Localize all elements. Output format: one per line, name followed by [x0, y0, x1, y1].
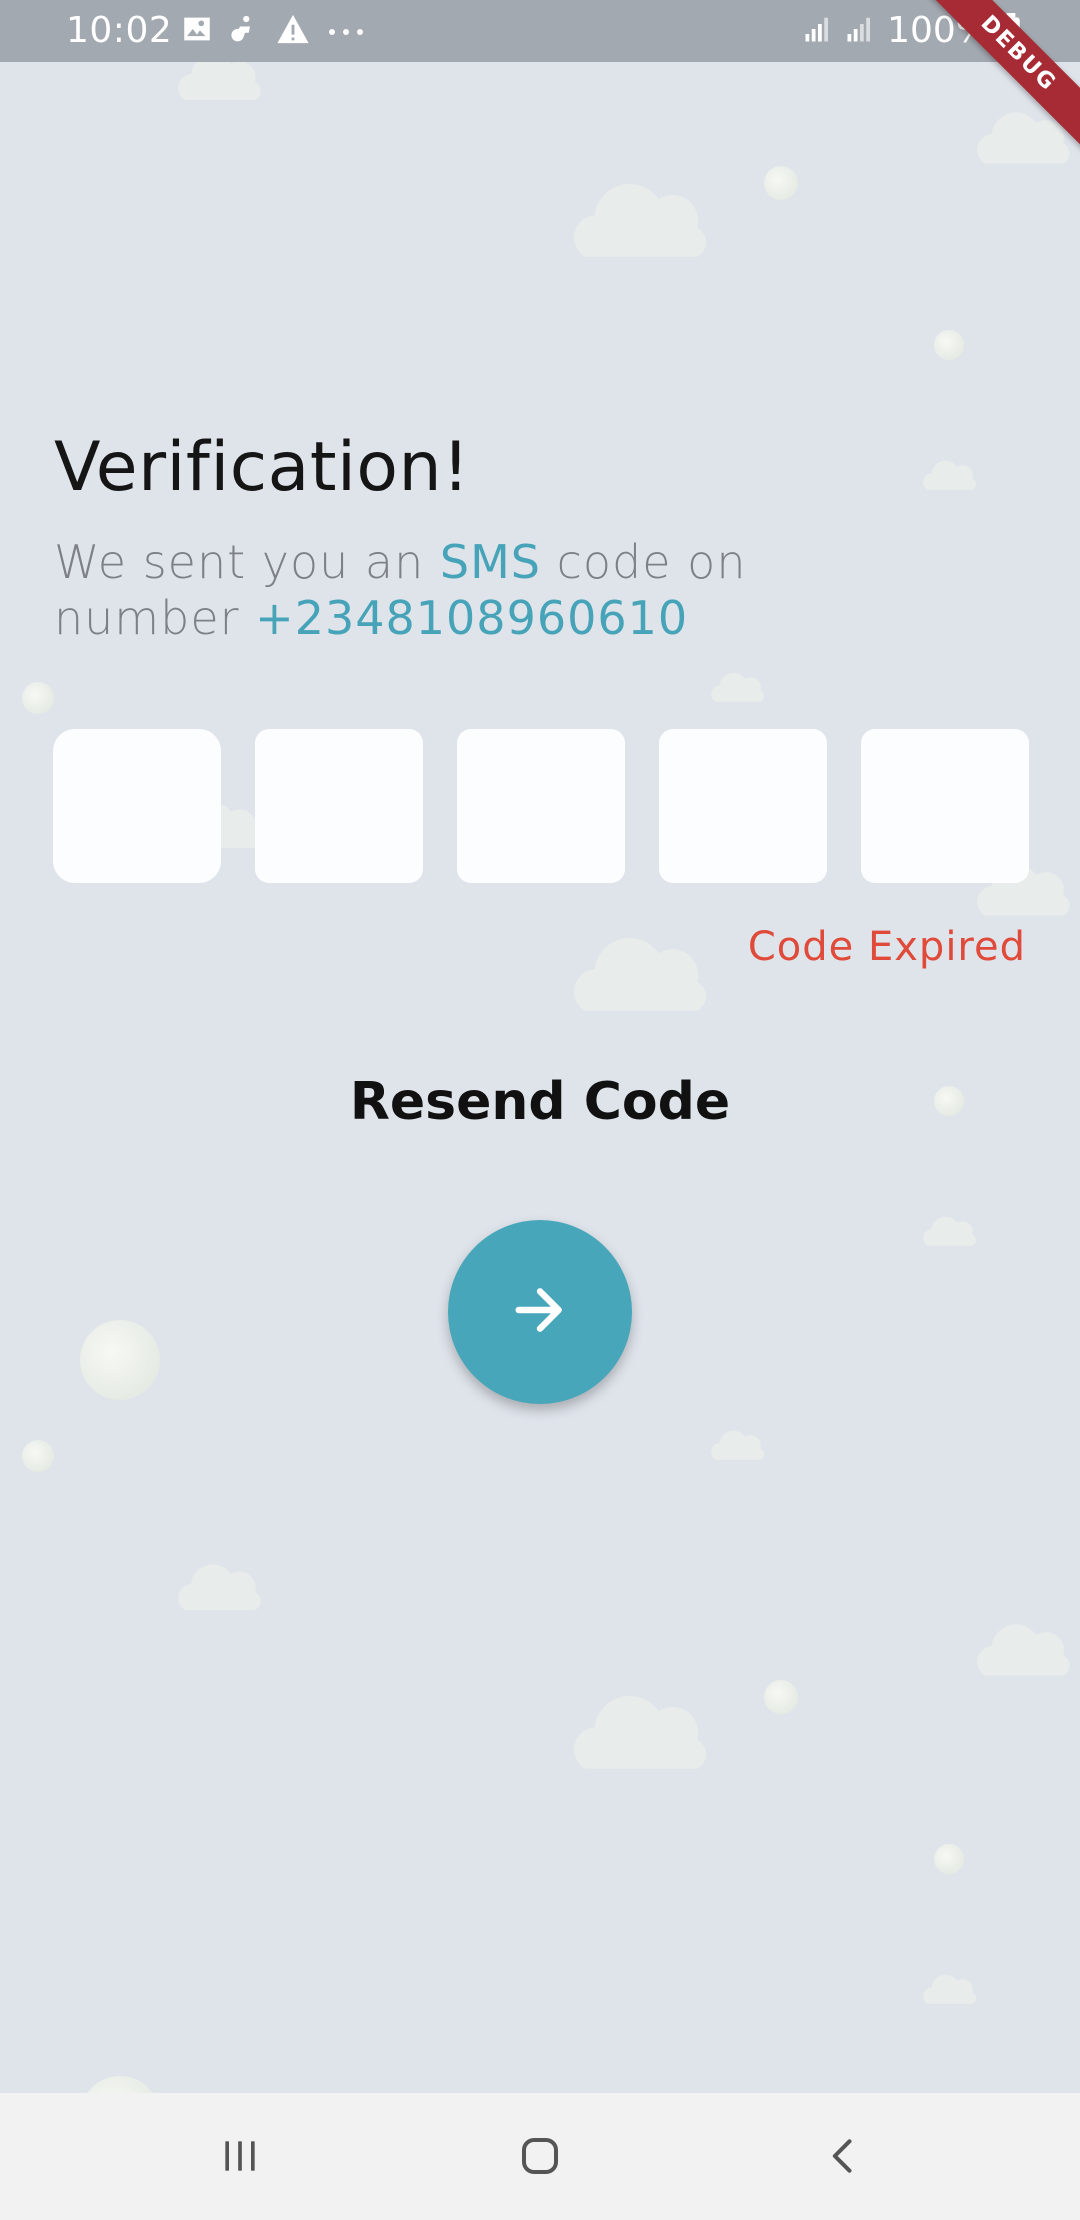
- cloud-decoration: [711, 1430, 765, 1460]
- signal-icon: [845, 14, 875, 48]
- bubble-decoration: [80, 1320, 160, 1400]
- warning-icon: [276, 13, 310, 49]
- bubble-decoration: [764, 1680, 798, 1714]
- code-expired-error: Code Expired: [747, 924, 1026, 970]
- recents-button[interactable]: [200, 2123, 280, 2193]
- status-time: 10:02: [66, 10, 173, 51]
- page-title: Verification!: [54, 428, 470, 507]
- home-button[interactable]: [500, 2123, 580, 2193]
- resend-code-button[interactable]: Resend Code: [0, 1072, 1080, 1132]
- cloud-decoration: [923, 1974, 977, 2004]
- bubble-decoration: [934, 1844, 964, 1874]
- otp-digit-4[interactable]: [659, 729, 827, 883]
- otp-digit-2[interactable]: [255, 729, 423, 883]
- sms-highlight: SMS: [439, 535, 541, 589]
- back-button[interactable]: [804, 2123, 884, 2193]
- arrow-right-icon: [508, 1278, 572, 1346]
- notification-icons: [180, 12, 366, 50]
- signal-icon: [803, 14, 833, 48]
- cloud-decoration: [574, 183, 707, 257]
- bubble-decoration: [764, 166, 798, 200]
- accessibility-icon: [230, 12, 260, 50]
- cloud-decoration: [574, 1695, 707, 1769]
- otp-digit-3[interactable]: [457, 729, 625, 883]
- next-button[interactable]: [448, 1220, 632, 1404]
- more-icon: [326, 22, 366, 41]
- otp-input-group: [53, 729, 1029, 883]
- cloud-decoration: [923, 1216, 977, 1246]
- otp-digit-1[interactable]: [53, 729, 221, 883]
- cloud-decoration: [923, 460, 977, 490]
- status-bar: 10:02 100%: [0, 0, 1080, 62]
- bubble-decoration: [934, 330, 964, 360]
- cloud-decoration: [977, 1624, 1070, 1676]
- otp-digit-5[interactable]: [861, 729, 1029, 883]
- message-text: number: [54, 591, 256, 645]
- navigation-bar: [0, 2093, 1080, 2220]
- verification-screen: 10:02 100% DEBUG Verification! We sent y…: [0, 0, 1080, 2220]
- recents-icon: [218, 2134, 262, 2182]
- bubble-decoration: [22, 1440, 54, 1472]
- bubble-decoration: [22, 682, 54, 714]
- cloud-decoration: [574, 937, 707, 1011]
- cloud-decoration: [711, 672, 765, 702]
- message-text: code on: [541, 535, 747, 589]
- message-text: We sent you an: [54, 535, 440, 589]
- cloud-decoration: [178, 1564, 261, 1610]
- home-icon: [516, 2132, 564, 2184]
- verification-message: We sent you an SMS code on number +23481…: [54, 534, 954, 646]
- image-icon: [180, 12, 214, 50]
- phone-number: +2348108960610: [255, 591, 689, 645]
- back-icon: [822, 2134, 866, 2182]
